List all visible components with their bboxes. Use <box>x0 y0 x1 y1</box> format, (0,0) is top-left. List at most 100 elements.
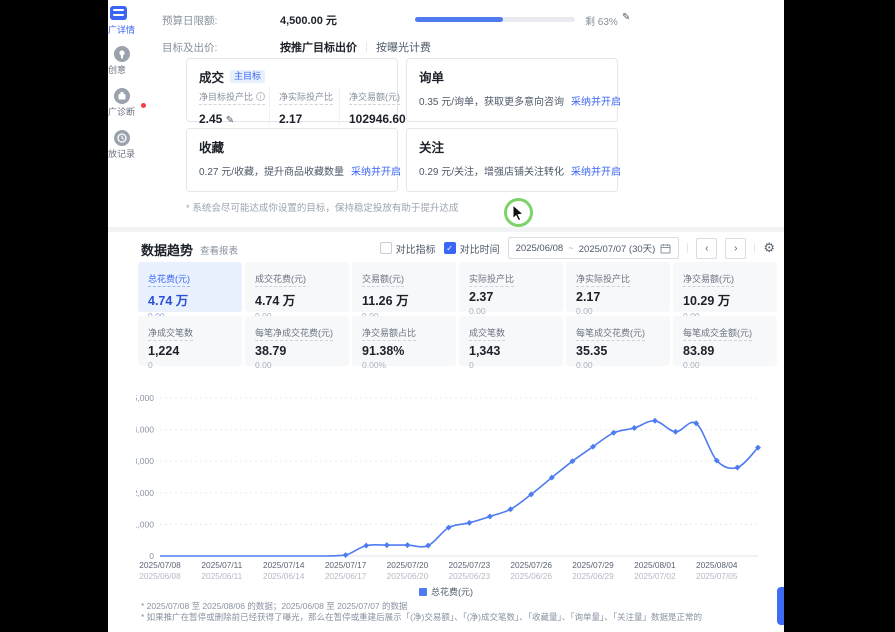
trend-metric-cell[interactable]: 每笔成交花费(元)35.350.00 <box>566 316 670 366</box>
trend-metric-cell[interactable]: 每笔成交金额(元)83.890.00 <box>673 316 777 366</box>
svg-text:2025/07/14: 2025/07/14 <box>263 560 305 570</box>
adopt-enable-link[interactable]: 采纳并开启 <box>571 97 621 108</box>
goal-card-title: 收藏 <box>199 137 224 156</box>
svg-text:3,000: 3,000 <box>136 456 154 466</box>
info-icon[interactable]: i <box>256 92 265 101</box>
goal-card-title: 成交 主目标 <box>199 67 265 86</box>
svg-text:1,000: 1,000 <box>136 519 154 529</box>
svg-text:2025/07/23: 2025/07/23 <box>449 560 491 570</box>
sidebar-item-1[interactable]: 广详情 <box>108 6 152 44</box>
trend-metric-cell[interactable]: 总花费(元)4.74 万0.00 <box>138 262 242 312</box>
svg-text:2025/07/08: 2025/07/08 <box>139 560 181 570</box>
trend-metric-cell[interactable]: 成交笔数1,3430 <box>459 316 563 366</box>
bidding-label: 目标及出价: <box>162 40 217 55</box>
trend-metric-cell[interactable]: 净交易额(元)10.29 万0.00 <box>673 262 777 312</box>
tab-bid-by-goal[interactable]: 按推广目标出价 <box>280 39 357 55</box>
edit-target-roi-icon[interactable]: ✎ <box>226 115 234 126</box>
metric-cell-value: 10.29 万 <box>683 290 767 309</box>
metric-cell-value: 91.38% <box>362 344 446 358</box>
metric-cell-value: 1,224 <box>148 344 232 358</box>
trend-metric-cell[interactable]: 实际投产比2.370.00 <box>459 262 563 312</box>
svg-text:2025/08/01: 2025/08/01 <box>634 560 676 570</box>
goal-card-deal: 成交 主目标 净目标投产比i 2.45 ✎ 净实际投产比 2.17 净交易额(元… <box>186 58 398 122</box>
trend-metric-grid: 总花费(元)4.74 万0.00成交花费(元)4.74 万0.00交易额(元)1… <box>138 262 777 366</box>
budget-edit-icon[interactable]: ✎ <box>622 12 630 23</box>
tab-divider <box>366 42 367 52</box>
metric-cell-label: 净实际投产比 <box>576 272 630 287</box>
prev-period-button[interactable]: ‹ <box>696 238 717 259</box>
compare-time-checkbox[interactable]: ✓ <box>444 242 456 254</box>
sidebar-item-3[interactable]: 广诊断 <box>108 88 152 126</box>
metric-cell-value: 4.74 万 <box>148 290 232 309</box>
budget-remaining: 剩 63% <box>585 13 618 28</box>
metric-cell-label: 实际投产比 <box>469 272 514 287</box>
diagnosis-icon <box>117 91 127 101</box>
svg-text:2025/06/17: 2025/06/17 <box>325 571 367 581</box>
compare-metric-checkbox[interactable] <box>380 242 392 254</box>
budget-value: 4,500.00 元 <box>280 12 337 28</box>
controls-divider <box>754 243 755 253</box>
spend-trend-line-chart: 01,0002,0003,0004,0005,0002025/07/082025… <box>136 388 784 594</box>
trend-metric-cell[interactable]: 每笔净成交花费(元)38.790.00 <box>245 316 349 366</box>
compare-time-label: 对比时间 <box>460 241 500 256</box>
svg-text:2025/07/11: 2025/07/11 <box>201 560 242 570</box>
sidebar-item-label: 放记录 <box>108 147 135 160</box>
metric-cell-compare-value: 0.00 <box>255 360 339 370</box>
trend-metric-cell[interactable]: 净成交笔数1,2240 <box>138 316 242 366</box>
compare-time-group: ✓ 对比时间 <box>444 241 500 256</box>
trend-metric-cell[interactable]: 交易额(元)11.26 万0.00 <box>352 262 456 312</box>
floating-side-tab[interactable] <box>777 587 784 625</box>
record-icon <box>117 133 127 143</box>
metric-cell-label: 成交花费(元) <box>255 272 306 287</box>
svg-text:2025/07/17: 2025/07/17 <box>325 560 367 570</box>
metric-label: 净目标投产比 <box>199 90 253 103</box>
metric-cell-label: 成交笔数 <box>469 326 505 341</box>
svg-text:2025/06/11: 2025/06/11 <box>201 571 242 581</box>
section-divider <box>108 227 784 232</box>
svg-text:2025/07/20: 2025/07/20 <box>387 560 429 570</box>
suggestion-desc: 0.35 元/询单，获取更多意向咨询 <box>419 97 564 108</box>
controls-divider <box>687 243 688 253</box>
legend-label: 总花费(元) <box>431 587 473 597</box>
metric-cell-label: 每笔净成交花费(元) <box>255 326 333 341</box>
sidebar-item-2[interactable]: 创意 <box>108 46 152 84</box>
sidebar-item-label: 创意 <box>108 63 126 76</box>
goal-title-text: 成交 <box>199 67 224 86</box>
svg-text:2025/06/29: 2025/06/29 <box>572 571 614 581</box>
goal-card-inquiry: 询单 0.35 元/询单，获取更多意向咨询采纳并开启 <box>406 58 618 122</box>
sidebar-item-label: 广详情 <box>108 23 135 36</box>
compare-metric-group: 对比指标 <box>380 241 436 256</box>
legend-swatch <box>419 588 427 596</box>
svg-text:2025/06/14: 2025/06/14 <box>263 571 305 581</box>
adopt-enable-link[interactable]: 采纳并开启 <box>351 167 401 178</box>
chart-legend: 总花费(元) <box>108 585 784 598</box>
metric-cell-value: 2.17 <box>576 290 660 304</box>
tab-bid-by-impression[interactable]: 按曝光计费 <box>376 39 431 55</box>
goal-card-favorite: 收藏 0.27 元/收藏，提升商品收藏数量采纳并开启 <box>186 128 398 192</box>
metric-cell-value: 83.89 <box>683 344 767 358</box>
trend-metric-cell[interactable]: 净实际投产比2.170.00 <box>566 262 670 312</box>
svg-text:2025/07/05: 2025/07/05 <box>696 571 738 581</box>
metric-label: 净交易额(元) <box>349 90 400 105</box>
sidebar-item-4[interactable]: 放记录 <box>108 130 152 168</box>
budget-progress-bar <box>415 17 575 22</box>
date-range-picker[interactable]: 2025/06/08 ~ 2025/07/07 (30天) <box>508 237 680 259</box>
sidebar: 广详情创意广诊断放记录 <box>108 0 152 260</box>
view-report-link[interactable]: 查看报表 <box>200 243 238 257</box>
budget-label: 预算日限额: <box>162 13 217 28</box>
trend-metric-cell[interactable]: 成交花费(元)4.74 万0.00 <box>245 262 349 312</box>
metric-cell-compare-value: 0.00 <box>576 306 660 316</box>
chart-footnote-2: * 如果推广在暂停或删除前已经获得了曝光，那么在暂停或重建后展示「(净)交易额」… <box>141 611 702 623</box>
goal-metrics-row: 净目标投产比i 2.45 ✎ 净实际投产比 2.17 净交易额(元) 10294… <box>199 87 391 126</box>
metric-cell-compare-value: 0 <box>148 360 232 370</box>
metric-cell-label: 交易额(元) <box>362 272 404 287</box>
svg-text:2025/06/08: 2025/06/08 <box>139 571 181 581</box>
creative-icon <box>117 49 127 59</box>
adopt-enable-link[interactable]: 采纳并开启 <box>571 167 621 178</box>
goal-note: * 系统会尽可能达成你设置的目标，保持稳定投放有助于提升达成 <box>186 200 458 214</box>
settings-gear-icon[interactable]: ⚙ <box>763 240 775 256</box>
sidebar-item-label: 广诊断 <box>108 105 135 118</box>
goal-metric-roi-actual: 净实际投产比 2.17 <box>269 87 339 126</box>
next-period-button[interactable]: › <box>725 238 746 259</box>
trend-metric-cell[interactable]: 净交易额占比91.38%0.00% <box>352 316 456 366</box>
